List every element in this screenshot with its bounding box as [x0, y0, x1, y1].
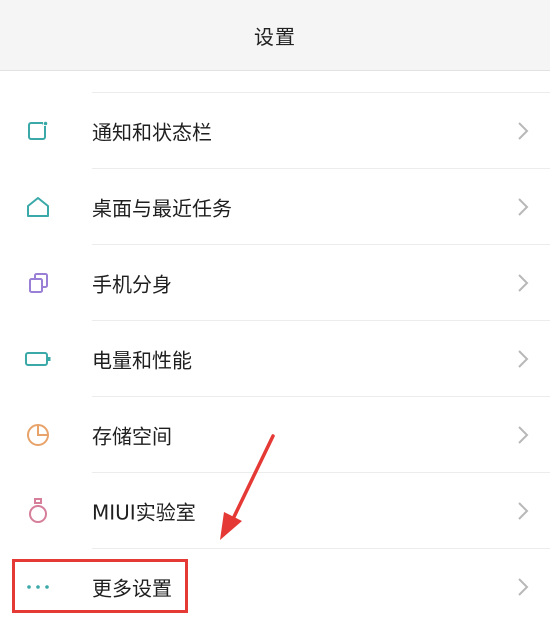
lab-flask-icon — [24, 497, 52, 525]
chevron-right-icon — [518, 350, 529, 368]
chevron-right-icon — [518, 578, 529, 596]
header-bar: 设置 — [0, 0, 550, 71]
settings-item-label: 桌面与最近任务 — [92, 196, 232, 221]
settings-item-label: MIUI实验室 — [92, 500, 196, 525]
settings-item-miui-lab[interactable]: MIUI实验室 — [0, 473, 550, 549]
settings-item-label: 存储空间 — [92, 424, 172, 449]
clone-icon — [24, 269, 52, 297]
settings-item-label: 电量和性能 — [92, 348, 192, 373]
storage-pie-icon — [24, 421, 52, 449]
chevron-right-icon — [518, 502, 529, 520]
settings-item-label: 通知和状态栏 — [92, 120, 212, 145]
home-icon — [24, 193, 52, 221]
notification-icon — [24, 117, 52, 145]
settings-item-storage[interactable]: 存储空间 — [0, 397, 550, 473]
highlight-box — [12, 559, 188, 613]
page-title: 设置 — [254, 24, 296, 49]
chevron-right-icon — [518, 426, 529, 444]
settings-item-desktop[interactable]: 桌面与最近任务 — [0, 169, 550, 245]
settings-item-label: 手机分身 — [92, 272, 172, 297]
settings-item-dual-apps[interactable]: 手机分身 — [0, 245, 550, 321]
chevron-right-icon — [518, 122, 529, 140]
settings-item-battery[interactable]: 电量和性能 — [0, 321, 550, 397]
settings-item-notification[interactable]: 通知和状态栏 — [0, 93, 550, 169]
chevron-right-icon — [518, 274, 529, 292]
settings-screen: 设置 通知和状态栏 桌面与最近任务 手机分身 电量和性能 存储空间 MIUI实验… — [0, 0, 550, 622]
battery-icon — [24, 345, 52, 373]
chevron-right-icon — [518, 198, 529, 216]
